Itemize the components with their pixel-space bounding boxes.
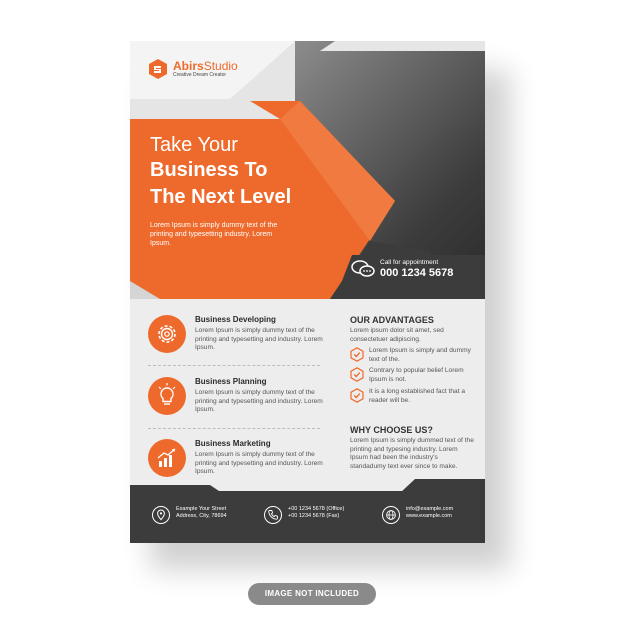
- brand-tagline: Creative Dream Creator: [173, 71, 227, 78]
- check-hexagon-icon: [350, 347, 364, 362]
- call-label: Call for appointment: [380, 258, 439, 266]
- phone-office: +00 1234 5678 (Office): [288, 506, 345, 512]
- flyer: AbirsStudio Creative Dream Creator Take …: [130, 41, 485, 543]
- service-item: Business Developing Lorem Ipsum is simpl…: [148, 315, 323, 379]
- footer-web: info@example.com www.example.com: [382, 506, 453, 524]
- logo-hexagon-icon: [149, 59, 167, 79]
- service-text: Lorem Ipsum is simply dummy text of the …: [195, 389, 323, 413]
- website-url: www.example.com: [406, 513, 452, 519]
- brand-name-light: Studio: [203, 58, 238, 73]
- footer-address: Example Your Street Address, City, 78694: [152, 506, 227, 524]
- advantage-text: It is a long established fact that a rea…: [369, 388, 466, 404]
- why-title: WHY CHOOSE US?: [350, 425, 433, 435]
- brand-name-bold: Abirs: [173, 58, 204, 73]
- service-item: Business Planning Lorem Ipsum is simply …: [148, 377, 323, 441]
- address-line-1: Example Your Street: [176, 506, 227, 512]
- call-number: 000 1234 5678: [380, 266, 454, 279]
- advantage-text: Contrary to popular belief Lorem Ipsum i…: [369, 367, 464, 383]
- footer: Example Your Street Address, City, 78694…: [130, 491, 485, 543]
- globe-icon: [382, 506, 400, 524]
- brand-logo: AbirsStudio Creative Dream Creator: [148, 59, 238, 79]
- headline-line-1: Take Your: [150, 134, 238, 156]
- headline-line-3: The Next Level: [150, 186, 292, 208]
- location-pin-icon: [152, 506, 170, 524]
- footer-phones: +00 1234 5678 (Office) +00 1234 5678 (Fa…: [264, 506, 344, 524]
- divider: [148, 428, 320, 429]
- hero-section: AbirsStudio Creative Dream Creator Take …: [130, 41, 485, 299]
- email-address: info@example.com: [406, 506, 454, 512]
- image-not-included-badge: IMAGE NOT INCLUDED: [248, 583, 376, 605]
- advantages-intro: Lorem ipsum dolor sit amet, sed consecte…: [350, 327, 444, 343]
- headline: Take Your Business To The Next Level: [150, 133, 291, 211]
- divider: [148, 365, 320, 366]
- advantage-text: Lorem Ipsum is simply and dummy text of …: [369, 347, 471, 363]
- growth-chart-icon: [157, 448, 176, 467]
- chat-bubbles-icon: [351, 260, 375, 277]
- brand-name: AbirsStudio: [173, 60, 238, 72]
- headline-line-2: Business To: [150, 159, 268, 181]
- check-hexagon-icon: [350, 367, 364, 382]
- service-icon-circle: [148, 315, 186, 353]
- advantages-title: OUR ADVANTAGES: [350, 315, 434, 325]
- service-icon-circle: [148, 439, 186, 477]
- call-box: Call for appointment 000 1234 5678: [350, 258, 453, 280]
- why-text: Lorem Ipsum is simply dummed text of the…: [350, 437, 474, 470]
- service-title: Business Marketing: [195, 439, 271, 448]
- service-text: Lorem Ipsum is simply dummy text of the …: [195, 327, 323, 351]
- service-title: Business Planning: [195, 377, 267, 386]
- service-text: Lorem Ipsum is simply dummy text of the …: [195, 451, 323, 475]
- service-title: Business Developing: [195, 315, 276, 324]
- service-icon-circle: [148, 377, 186, 415]
- phone-icon: [264, 506, 282, 524]
- hero-body-text: Lorem Ipsum is simply dummy text of the …: [150, 222, 278, 247]
- address-line-2: Address, City, 78694: [176, 513, 227, 519]
- lightbulb-icon: [158, 383, 176, 405]
- phone-fax: +00 1234 5678 (Fax): [288, 513, 340, 519]
- gear-icon: [158, 325, 176, 343]
- check-hexagon-icon: [350, 388, 364, 403]
